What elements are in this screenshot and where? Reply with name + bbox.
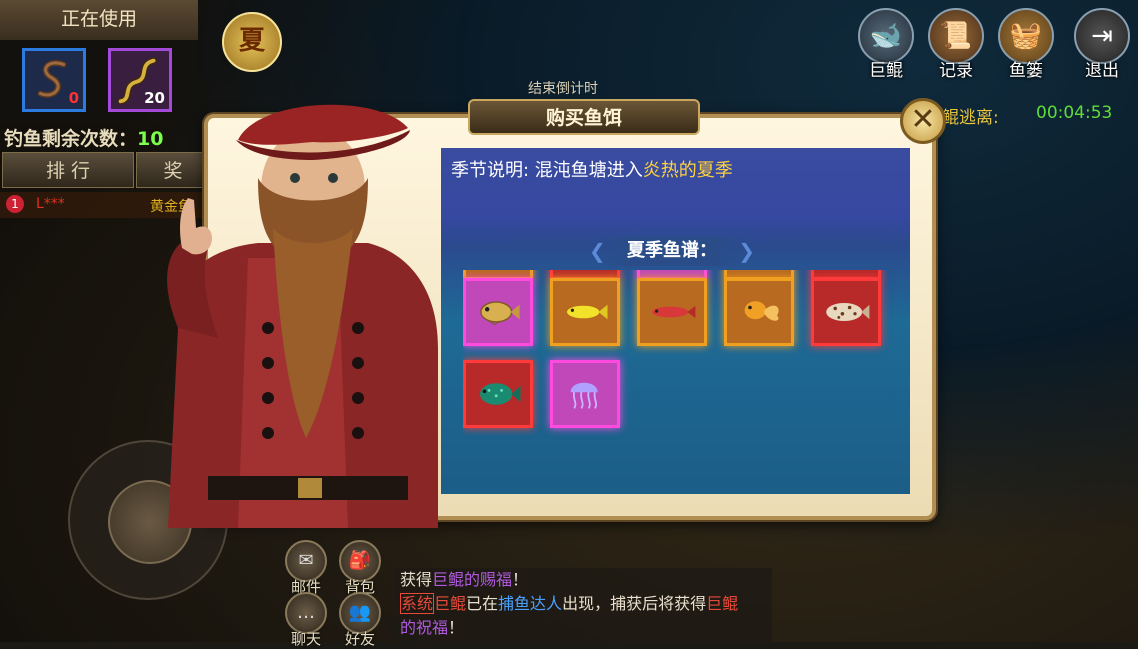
chat-line: 系统巨鲲已在捕鱼达人出现，捕获后将获得巨鲲	[400, 593, 739, 614]
countdown-label: 结束倒计时	[528, 81, 598, 97]
friends-button-label: 好友	[344, 630, 375, 648]
bait-count: 0	[68, 89, 79, 107]
chevron-right-icon: ❯	[738, 239, 755, 263]
fish-catalog-grid[interactable]	[463, 270, 903, 494]
chat-line: 的祝福！	[400, 618, 465, 637]
jellyfish-icon	[570, 382, 598, 409]
close-button[interactable]: ✕	[900, 98, 946, 144]
season-badge[interactable]: 夏	[222, 12, 282, 72]
tab-ranking[interactable]: 排 行	[2, 152, 134, 188]
captain-character-illustration	[167, 104, 438, 528]
bait-slot-worm[interactable]: 0	[22, 48, 86, 112]
chat-log[interactable]: 获得巨鲲的赐福！ 系统巨鲲已在捕鱼达人出现，捕获后将获得巨鲲 的祝福！	[394, 568, 772, 642]
fish-catalog-item-green-reef-fish[interactable]	[463, 360, 533, 428]
fish-catalog-item-yellow-fish[interactable]	[550, 278, 620, 346]
fish-catalog-item-spotted-grouper[interactable]	[811, 278, 881, 346]
season-highlight: 炎热的夏季	[642, 160, 733, 181]
dialog-title: 购买鱼饵	[468, 99, 700, 135]
puffer-fish-icon	[480, 301, 520, 326]
rank-index: 1	[6, 195, 24, 213]
in-use-title: 正在使用	[0, 0, 198, 40]
fishing-remaining-label: 钓鱼剩余次数：	[4, 128, 138, 150]
yellow-fish-icon	[567, 304, 608, 320]
close-icon: ✕	[910, 102, 936, 137]
catalog-header: ❮ 夏季鱼谱： ❯	[589, 236, 755, 266]
fish-catalog-item-red-minnow[interactable]	[637, 278, 707, 346]
fish-basket-button[interactable]: 🧺 鱼篓	[996, 8, 1056, 81]
season-description: 季节说明: 混沌鱼塘进入炎热的夏季	[451, 156, 733, 182]
rank-player-name: L***	[36, 196, 65, 212]
season-info-panel: 季节说明: 混沌鱼塘进入炎热的夏季 ❮ 夏季鱼谱： ❯	[441, 148, 910, 494]
fish-catalog-item-puffer-fish[interactable]	[463, 278, 533, 346]
mail-button[interactable]: ✉ 邮件	[284, 540, 328, 597]
season-description-label: 季节说明: 混沌鱼塘进入	[451, 160, 643, 181]
whale-button[interactable]: 🐋 巨鲲	[856, 8, 916, 81]
chevron-left-icon: ❮	[589, 239, 606, 263]
record-button-label: 记录	[939, 61, 973, 81]
system-tag: 系统	[400, 593, 435, 614]
whale-button-label: 巨鲲	[869, 61, 903, 81]
record-button[interactable]: 📜 记录	[926, 8, 986, 81]
backpack-button[interactable]: 🎒 背包	[338, 540, 382, 597]
exit-button[interactable]: ⇥ 退出	[1072, 8, 1132, 81]
catalog-title: 夏季鱼谱：	[627, 240, 717, 261]
fish-catalog-item-goldfish[interactable]	[724, 278, 794, 346]
fish-catalog-item-jellyfish[interactable]	[550, 360, 620, 428]
whale-escape-label: 鲲逃离:	[942, 108, 999, 128]
fish-basket-button-label: 鱼篓	[1009, 61, 1043, 81]
whale-escape-timer: 00:04:53	[1036, 103, 1113, 123]
chat-button-label: 聊天	[290, 630, 321, 648]
spotted-grouper-icon	[826, 303, 870, 321]
goldfish-icon	[744, 301, 779, 321]
chat-button[interactable]: … 聊天	[284, 592, 328, 649]
red-minnow-icon	[652, 305, 696, 319]
exit-button-label: 退出	[1085, 61, 1119, 81]
chat-line: 获得巨鲲的赐福！	[400, 570, 529, 589]
green-reef-fish-icon	[480, 383, 521, 405]
friends-button[interactable]: 👥 好友	[338, 592, 382, 649]
